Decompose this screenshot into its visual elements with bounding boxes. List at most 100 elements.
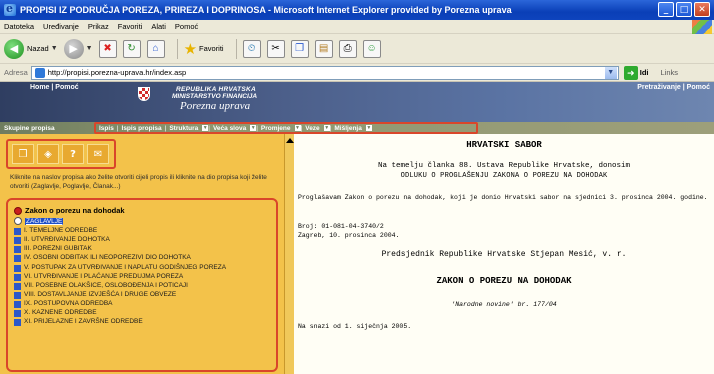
section-square-icon — [14, 301, 21, 308]
nav-separator: | — [329, 124, 332, 132]
help-icon[interactable]: ? — [62, 144, 84, 164]
paste-button[interactable]: ▤ — [314, 39, 333, 58]
nav-misljenja[interactable]: Mišljenja — [334, 125, 361, 132]
windows-logo-icon — [692, 20, 712, 34]
history-button[interactable]: ⏲ — [242, 39, 261, 58]
section-label: I. TEMELJNE ODREDBE — [24, 227, 98, 234]
section-item[interactable]: VII. POSEBNE OLAKŠICE, OSLOBOĐENJA I POT… — [14, 282, 270, 290]
content-law-title: ZAKON O POREZU NA DOHODAK — [436, 276, 572, 286]
refresh-button[interactable]: ↻ — [122, 39, 141, 58]
section-item[interactable]: X. KAZNENE ODREDBE — [14, 309, 270, 318]
nav-veze[interactable]: Veze — [305, 125, 319, 132]
section-item[interactable]: II. UTVRĐIVANJE DOHOTKA — [14, 236, 270, 245]
law-title-link[interactable]: Zakon o porezu na dohodak — [14, 206, 270, 215]
zaglavlje-link[interactable]: ZAGLAVLJE — [25, 217, 64, 225]
go-button[interactable]: Idi — [640, 68, 649, 77]
section-item[interactable]: XI. PRIJELAZNE I ZAVRŠNE ODREDBE — [14, 318, 270, 327]
section-label: X. KAZNENE ODREDBE — [24, 309, 97, 317]
window-controls: _ □ ✕ — [658, 2, 710, 17]
section-item[interactable]: III. POREZNI GUBITAK — [14, 245, 270, 254]
section-item[interactable]: V. POSTUPAK ZA UTVRĐIVANJE I NAPLATU GOD… — [14, 264, 270, 272]
content-broj: Broj: 01-081-04-3740/2 — [298, 223, 384, 230]
forward-arrow-icon: ▶ — [63, 38, 84, 59]
nav-separator: | — [256, 124, 258, 132]
law-title-text: Zakon o porezu na dohodak — [25, 206, 125, 215]
section-square-icon — [14, 273, 21, 281]
messenger-button[interactable]: ☺ — [362, 39, 381, 58]
print-button[interactable]: ⎙ — [338, 39, 357, 58]
content-paragraph: Proglašavam Zakon o porezu na dohodak, k… — [298, 194, 708, 201]
cut-button[interactable]: ✂ — [266, 39, 285, 58]
minimize-button[interactable]: _ — [658, 2, 674, 17]
frame-splitter[interactable] — [284, 134, 294, 374]
copy-icon: ❐ — [290, 39, 309, 58]
menu-pomoc[interactable]: Pomoć — [175, 22, 198, 31]
address-input[interactable]: http://propisi.porezna-uprava.hr/index.a… — [30, 65, 619, 80]
home-button[interactable]: ⌂ — [146, 39, 165, 58]
section-square-icon — [14, 255, 21, 263]
section-item[interactable]: VI. UTVRĐIVANJE I PLAĆANJE PREDUJMA PORE… — [14, 273, 270, 281]
section-square-icon — [14, 282, 21, 290]
red-bullet-icon — [14, 206, 22, 215]
content-president: Predsjednik Republike Hrvatske Stjepan M… — [381, 250, 627, 259]
zaglavlje-item[interactable]: ZAGLAVLJE — [14, 217, 270, 225]
stop-button[interactable]: ✖ — [98, 39, 117, 58]
section-item[interactable]: IV. OSOBNI ODBITAK ILI NEOPOREZIVI DIO D… — [14, 254, 270, 263]
section-item[interactable]: VIII. DOSTAVLJANJE IZVJEŠĆA I DRUGE OBVE… — [14, 291, 270, 299]
menu-alati[interactable]: Alati — [151, 22, 166, 31]
address-url: http://propisi.porezna-uprava.hr/index.a… — [47, 68, 187, 77]
section-label: XI. PRIJELAZNE I ZAVRŠNE ODREDBE — [24, 318, 143, 326]
menu-favoriti[interactable]: Favoriti — [118, 22, 143, 31]
nav-ispis[interactable]: Ispis — [99, 125, 114, 132]
browser-toolbar: ◀ Nazad ▼ ▶ ▼ ✖ ↻ ⌂ ★ Favoriti ⏲ ✂ ❐ ▤ ⎙… — [0, 34, 714, 64]
section-label: II. UTVRĐIVANJE DOHOTKA — [24, 236, 110, 244]
section-square-icon — [14, 264, 21, 272]
section-label: VI. UTVRĐIVANJE I PLAĆANJE PREDUJMA PORE… — [24, 272, 184, 280]
dropdown-icon[interactable]: ▼ — [365, 125, 372, 131]
paste-icon: ▤ — [314, 39, 333, 58]
nav-veca-slova[interactable]: Veća slova — [213, 125, 246, 132]
menu-datoteka[interactable]: Datoteka — [4, 22, 34, 31]
links-button[interactable]: Links — [661, 68, 679, 77]
section-label: VIII. DOSTAVLJANJE IZVJEŠĆA I DRUGE OBVE… — [24, 290, 177, 298]
forward-dropdown-icon[interactable]: ▼ — [86, 45, 93, 52]
nav-struktura[interactable]: Struktura — [169, 125, 198, 132]
back-dropdown-icon[interactable]: ▼ — [51, 45, 58, 52]
favorites-button[interactable]: ★ Favoriti — [184, 40, 224, 58]
header-left-links[interactable]: Home | Pomoć — [30, 84, 79, 91]
maximize-button[interactable]: □ — [676, 2, 692, 17]
mail-icon[interactable]: ✉ — [87, 144, 109, 164]
window-title: PROPISI IZ PODRUČJA POREZA, PRIREZA I DO… — [20, 5, 512, 15]
print-icon: ⎙ — [338, 39, 357, 58]
header-right-links[interactable]: Pretraživanje | Pomoć — [637, 84, 710, 91]
section-label: III. POREZNI GUBITAK — [24, 245, 92, 253]
forward-button[interactable]: ▶ ▼ — [63, 38, 93, 59]
section-item[interactable]: IX. POSTUPOVNA ODREDBA — [14, 300, 270, 308]
menu-prikaz[interactable]: Prikaz — [88, 22, 109, 31]
page-bullet-icon — [14, 217, 22, 225]
menu-uredivanje[interactable]: Uređivanje — [43, 22, 79, 31]
close-button[interactable]: ✕ — [694, 2, 710, 17]
copy-button[interactable]: ❐ — [290, 39, 309, 58]
menu-bar: Datoteka Uređivanje Prikaz Favoriti Alat… — [0, 20, 714, 34]
back-arrow-icon: ◀ — [4, 38, 24, 59]
section-item[interactable]: I. TEMELJNE ODREDBE — [14, 227, 270, 235]
nav-promjene[interactable]: Promjene — [261, 125, 291, 132]
diamond-icon[interactable]: ◈ — [37, 144, 59, 164]
section-label: V. POSTUPAK ZA UTVRĐIVANJE I NAPLATU GOD… — [24, 263, 227, 271]
panel-instructions: Kliknite na naslov propisa ako želite ot… — [10, 174, 267, 190]
go-arrow-icon[interactable]: ➜ — [623, 65, 638, 80]
nav-ispis-propisa[interactable]: Ispis propisa — [122, 125, 162, 132]
content-intro-line2: ODLUKU O PROGLAŠENJU ZAKONA O POREZU NA … — [400, 172, 608, 180]
section-label: IV. OSOBNI ODBITAK ILI NEOPOREZIVI DIO D… — [24, 254, 191, 262]
stop-icon: ✖ — [98, 39, 117, 58]
scroll-up-arrow-icon[interactable] — [285, 138, 294, 143]
nav-skupine-propisa[interactable]: Skupine propisa — [0, 125, 92, 132]
window-title-bar[interactable]: PROPISI IZ PODRUČJA POREZA, PRIREZA I DO… — [0, 0, 714, 20]
back-button[interactable]: ◀ Nazad ▼ — [4, 38, 58, 59]
favorites-label: Favoriti — [199, 44, 224, 53]
address-bar: Adresa http://propisi.porezna-uprava.hr/… — [0, 64, 714, 82]
address-dropdown-icon[interactable]: ▼ — [604, 66, 617, 79]
book-icon[interactable]: ❒ — [12, 144, 34, 164]
site-header: Home | Pomoć REPUBLIKA HRVATSKA MINISTAR… — [0, 82, 714, 122]
